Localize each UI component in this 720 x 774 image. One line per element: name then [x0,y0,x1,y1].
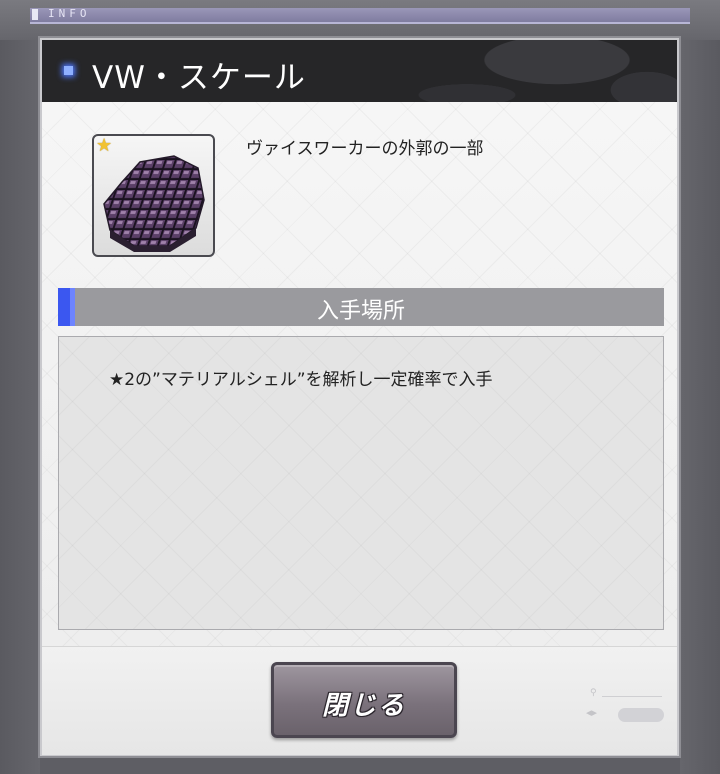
item-info-dialog: VW・スケール ★ ヴァイスワーカーの外郭の一部 入手場所 ★2の”マテリアルシ… [40,38,679,756]
source-section-title: 入手場所 [316,299,405,324]
item-description: ヴァイスワーカーの外郭の一部 [246,139,484,159]
dialog-title-bar: VW・スケール [42,40,677,102]
left-right-arrows-icon: ◂▸ [586,706,598,719]
source-section-header: 入手場所 [58,288,664,326]
info-bar-tick [32,9,38,20]
search-icon: ⚲ [590,688,597,698]
decoration-line [602,696,662,697]
dialog-title: VW・スケール [92,60,306,96]
source-description: ★2の”マテリアルシェル”を解析し一定確率で入手 [109,370,493,390]
close-button-label: 閉じる [321,691,406,721]
rarity-star-icon: ★ [96,135,113,156]
info-bar-label: INFO [48,7,91,20]
background-left [0,40,40,774]
source-content-box: ★2の”マテリアルシェル”を解析し一定確率で入手 [58,336,664,630]
title-bullet-icon [64,66,73,75]
footer-decoration: ⚲ ◂▸ [586,688,666,728]
title-bar-map-decoration [377,40,677,102]
info-bar: INFO [30,7,690,24]
close-button[interactable]: 閉じる [271,662,457,738]
item-thumbnail: ★ [92,134,215,257]
decoration-pill [618,708,664,722]
background-right [680,40,720,774]
vw-scale-item-icon [103,155,205,252]
